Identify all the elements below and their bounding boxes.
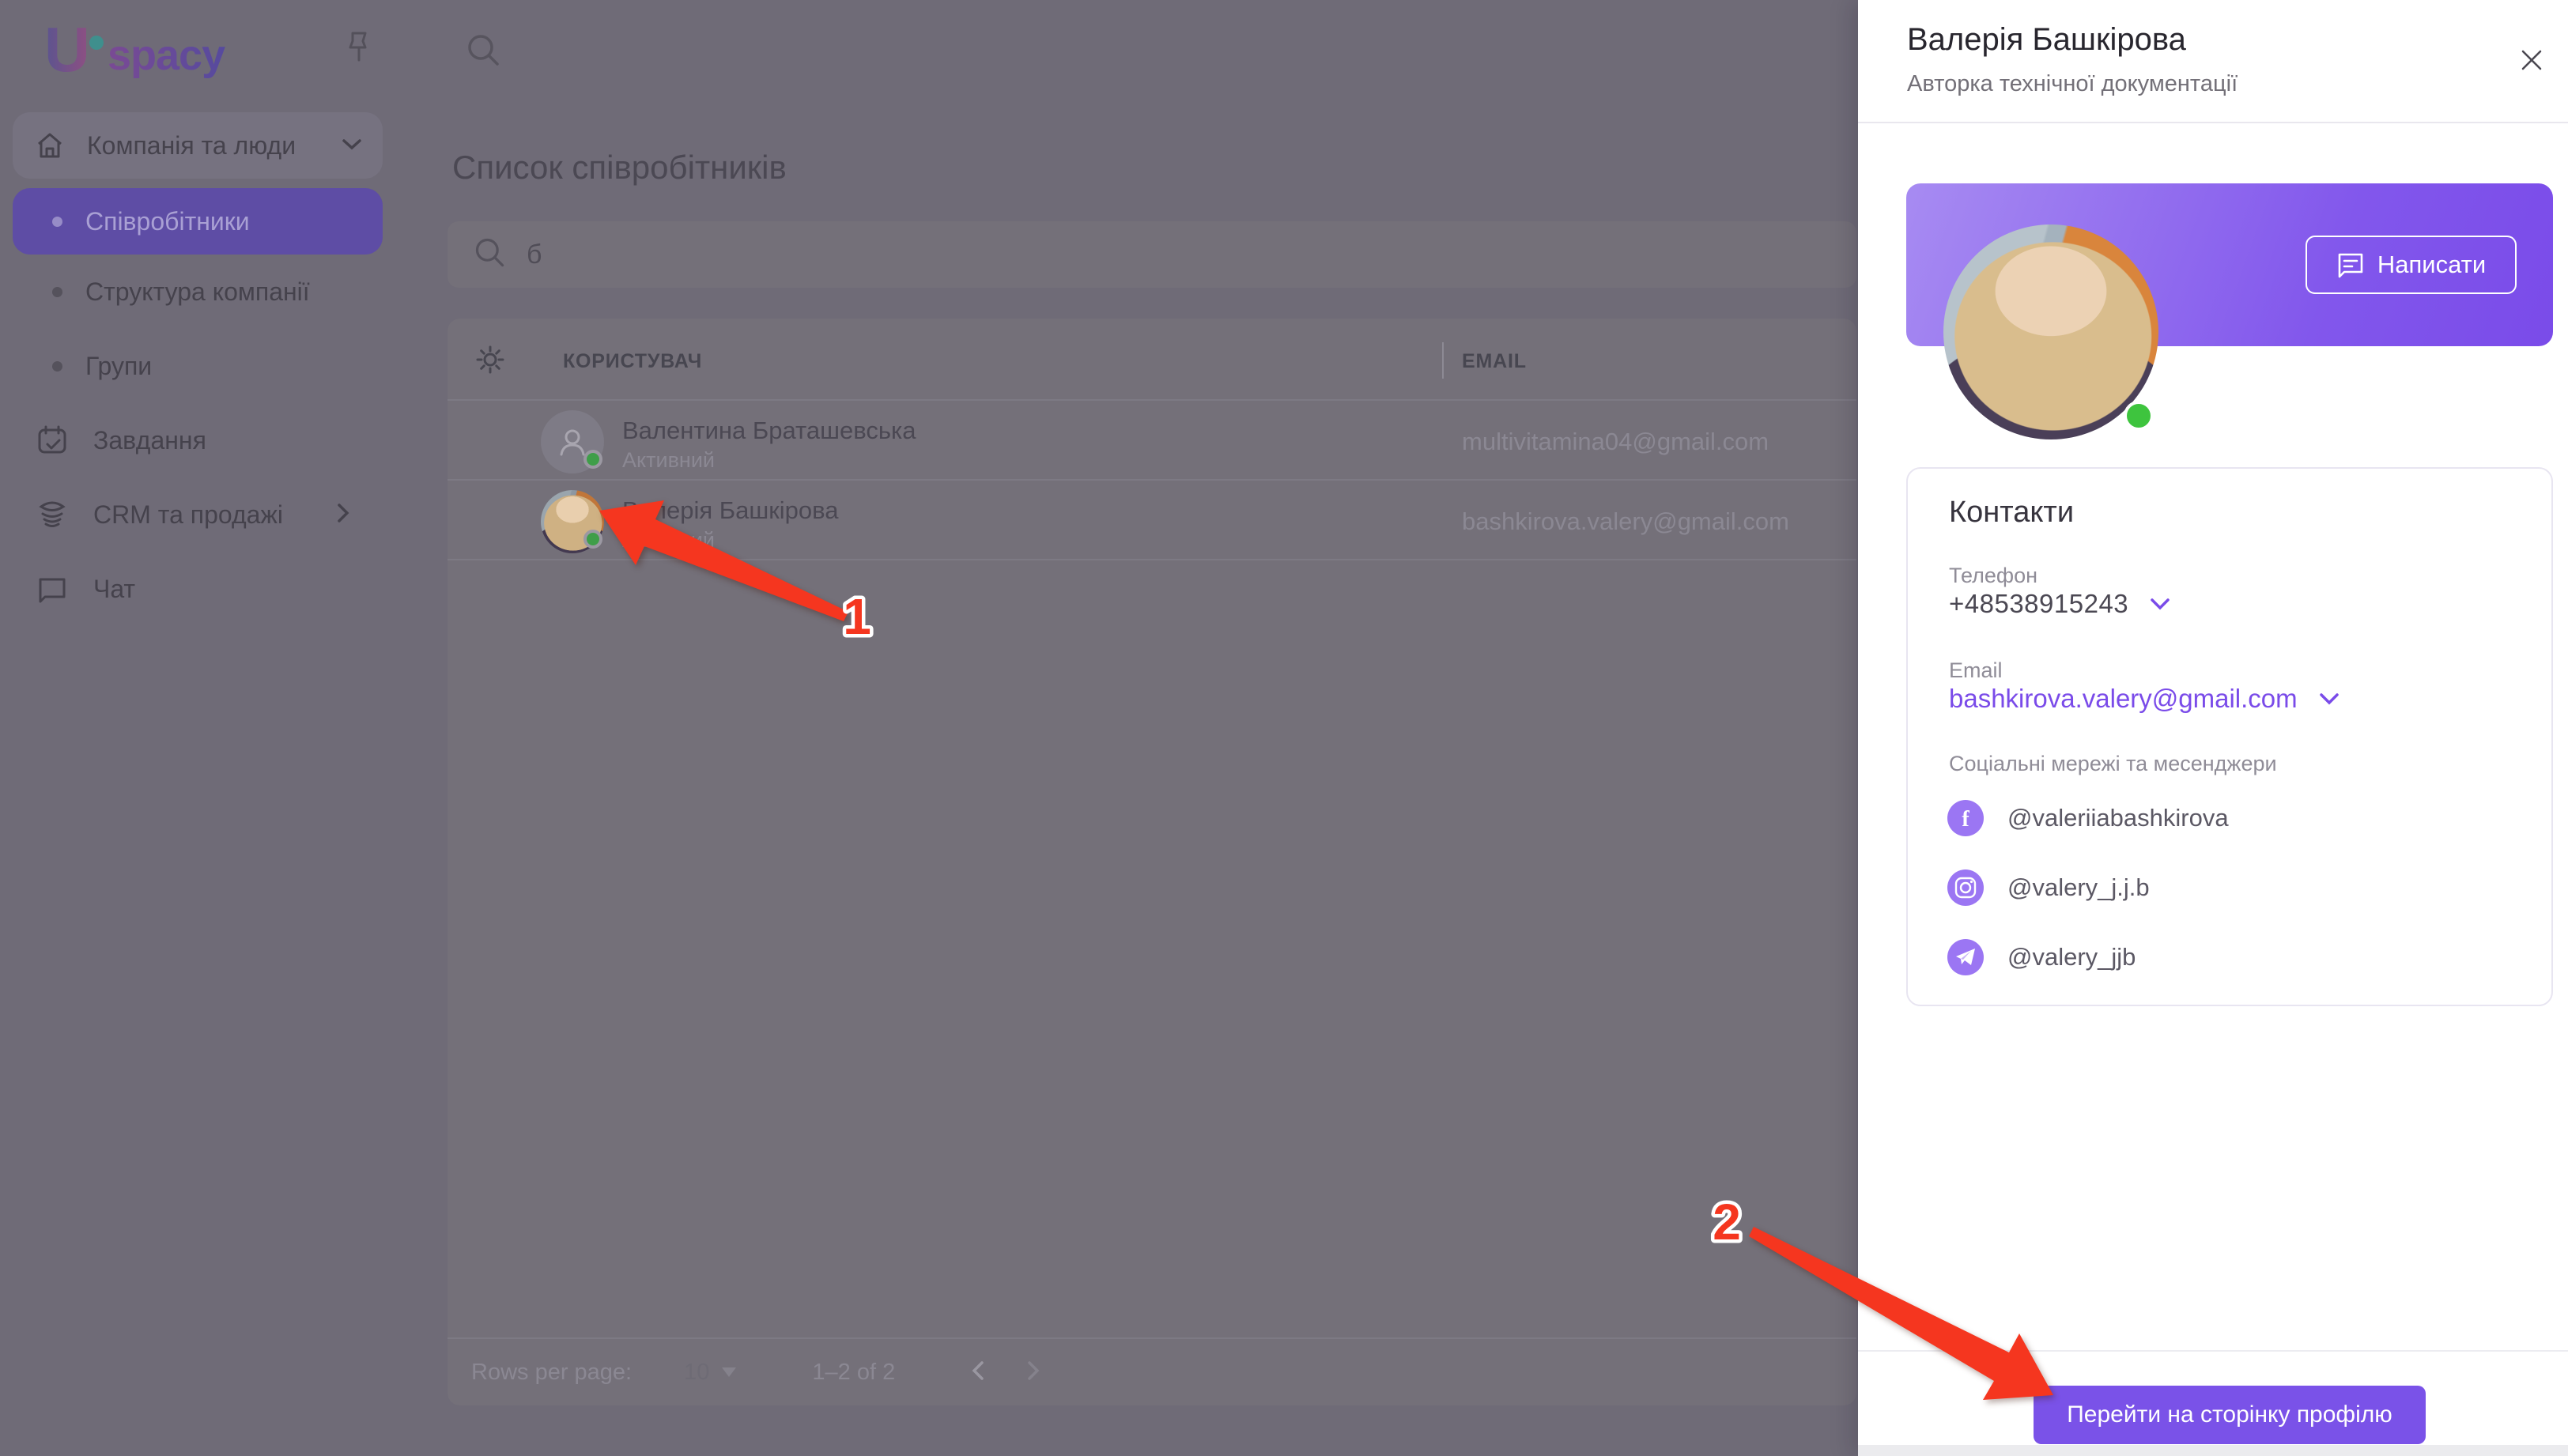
pin-icon[interactable]	[345, 30, 373, 67]
column-header-user[interactable]: КОРИСТУВАЧ	[563, 350, 702, 373]
employee-email[interactable]: multivitamina04@gmail.com	[1462, 428, 1769, 456]
sidebar-item-groups[interactable]: Групи	[13, 329, 383, 403]
sidebar-item-label: Співробітники	[85, 207, 250, 236]
page-title: Список співробітників	[452, 149, 787, 187]
social-row-facebook[interactable]: f @valeriiabashkirova	[1947, 800, 2229, 836]
sidebar-item-employees[interactable]: Співробітники	[13, 188, 383, 255]
crm-icon	[35, 497, 70, 532]
telegram-icon	[1947, 939, 1984, 975]
panel-divider	[1858, 122, 2568, 123]
close-icon[interactable]	[2516, 44, 2547, 76]
contacts-title: Контакти	[1949, 496, 2074, 530]
table-row[interactable]: Валентина Браташевська Активний multivit…	[448, 401, 1856, 481]
profile-panel: Валерія Башкірова Авторка технічної доку…	[1858, 0, 2568, 1456]
sidebar-item-company-structure[interactable]: Структура компанії	[13, 255, 383, 329]
online-status-dot	[2124, 401, 2154, 431]
column-header-email[interactable]: EMAIL	[1462, 350, 1527, 373]
write-message-button[interactable]: Написати	[2306, 236, 2517, 294]
sidebar: U spacy Компанія та люди Сп	[0, 0, 443, 1456]
table-row[interactable]: Валерія Башкірова Активний bashkirova.va…	[448, 481, 1856, 560]
profile-role: Авторка технічної документації	[1907, 71, 2238, 97]
email-value[interactable]: bashkirova.valery@gmail.com	[1949, 684, 2298, 714]
socials-label: Соціальні мережі та месенджери	[1949, 752, 2277, 776]
write-message-label: Написати	[2377, 251, 2486, 279]
bullet-icon	[52, 361, 62, 372]
logo-letter: U	[44, 14, 90, 85]
table-pagination: Rows per page: 10 1–2 of 2	[448, 1337, 1856, 1405]
bottom-strip	[1858, 1445, 2568, 1456]
table-header: КОРИСТУВАЧ EMAIL	[448, 319, 1856, 401]
email-row: bashkirova.valery@gmail.com	[1949, 684, 2340, 714]
column-divider	[1442, 342, 1444, 379]
employee-status: Активний	[622, 448, 715, 473]
footer-divider	[1858, 1350, 2568, 1352]
sidebar-item-label: Структура компанії	[85, 277, 310, 307]
profile-name: Валерія Башкірова	[1907, 22, 2186, 58]
online-status-dot	[583, 530, 602, 549]
social-handle[interactable]: @valeriiabashkirova	[2007, 804, 2229, 832]
facebook-icon: f	[1947, 800, 1984, 836]
global-search-icon[interactable]	[465, 32, 503, 74]
employee-email[interactable]: bashkirova.valery@gmail.com	[1462, 507, 1789, 536]
go-to-profile-button[interactable]: Перейти на сторінку профілю	[2034, 1386, 2426, 1444]
employee-name[interactable]: Валерія Башкірова	[622, 496, 839, 525]
chevron-right-icon	[335, 501, 351, 529]
sidebar-item-label: Групи	[85, 352, 152, 381]
sidebar-item-label: CRM та продажі	[93, 500, 283, 530]
home-icon	[35, 130, 65, 160]
next-page-icon[interactable]	[1026, 1360, 1040, 1386]
logo-text: spacy	[108, 32, 225, 79]
instagram-icon	[1947, 869, 1984, 906]
email-label: Email	[1949, 658, 2003, 683]
sidebar-item-chat[interactable]: Чат	[13, 552, 383, 626]
app-window: U spacy Компанія та люди Сп	[0, 0, 2568, 1456]
logo-dot-icon	[89, 36, 104, 50]
contacts-card: Контакти Телефон +48538915243 Email bash…	[1906, 467, 2553, 1006]
search-input[interactable]	[525, 239, 1714, 271]
phone-label: Телефон	[1949, 564, 2037, 588]
select-arrow-icon[interactable]	[722, 1367, 736, 1377]
employee-search-field[interactable]	[448, 221, 1856, 288]
employee-name[interactable]: Валентина Браташевська	[622, 417, 916, 445]
chat-icon	[35, 571, 70, 606]
chevron-down-icon[interactable]	[2149, 597, 2171, 611]
rows-per-page-value[interactable]: 10	[684, 1360, 709, 1386]
social-handle[interactable]: @valery_j.j.b	[2007, 873, 2150, 902]
tasks-icon	[35, 423, 70, 458]
bullet-icon	[52, 217, 62, 227]
rows-per-page-label: Rows per page:	[471, 1360, 632, 1386]
social-row-telegram[interactable]: @valery_jjb	[1947, 939, 2136, 975]
chevron-down-icon	[340, 136, 364, 156]
employee-status: Активний	[622, 528, 715, 553]
sidebar-workspace-switcher[interactable]: Компанія та люди	[13, 112, 383, 179]
search-icon	[473, 236, 508, 274]
sidebar-item-crm[interactable]: CRM та продажі	[13, 477, 383, 552]
message-icon	[2336, 251, 2365, 278]
employees-table: КОРИСТУВАЧ EMAIL Валентина Браташевська …	[448, 319, 1856, 1405]
bullet-icon	[52, 287, 62, 297]
sidebar-item-tasks[interactable]: Завдання	[13, 403, 383, 477]
sidebar-item-label: Чат	[93, 575, 135, 604]
chevron-down-icon[interactable]	[2318, 692, 2340, 706]
uspacy-logo[interactable]: U spacy	[44, 14, 234, 89]
social-handle[interactable]: @valery_jjb	[2007, 943, 2136, 971]
social-row-instagram[interactable]: @valery_j.j.b	[1947, 869, 2150, 906]
phone-row: +48538915243	[1949, 589, 2171, 619]
pagination-range: 1–2 of 2	[812, 1360, 895, 1386]
online-status-dot	[583, 450, 602, 469]
previous-page-icon[interactable]	[971, 1360, 985, 1386]
svg-text:f: f	[1962, 807, 1969, 832]
workspace-label: Компанія та люди	[87, 131, 296, 160]
sidebar-item-label: Завдання	[93, 426, 206, 455]
sidebar-nav: Компанія та люди Співробітники Структура…	[13, 112, 383, 626]
phone-value[interactable]: +48538915243	[1949, 589, 2128, 619]
gear-icon[interactable]	[474, 344, 506, 379]
